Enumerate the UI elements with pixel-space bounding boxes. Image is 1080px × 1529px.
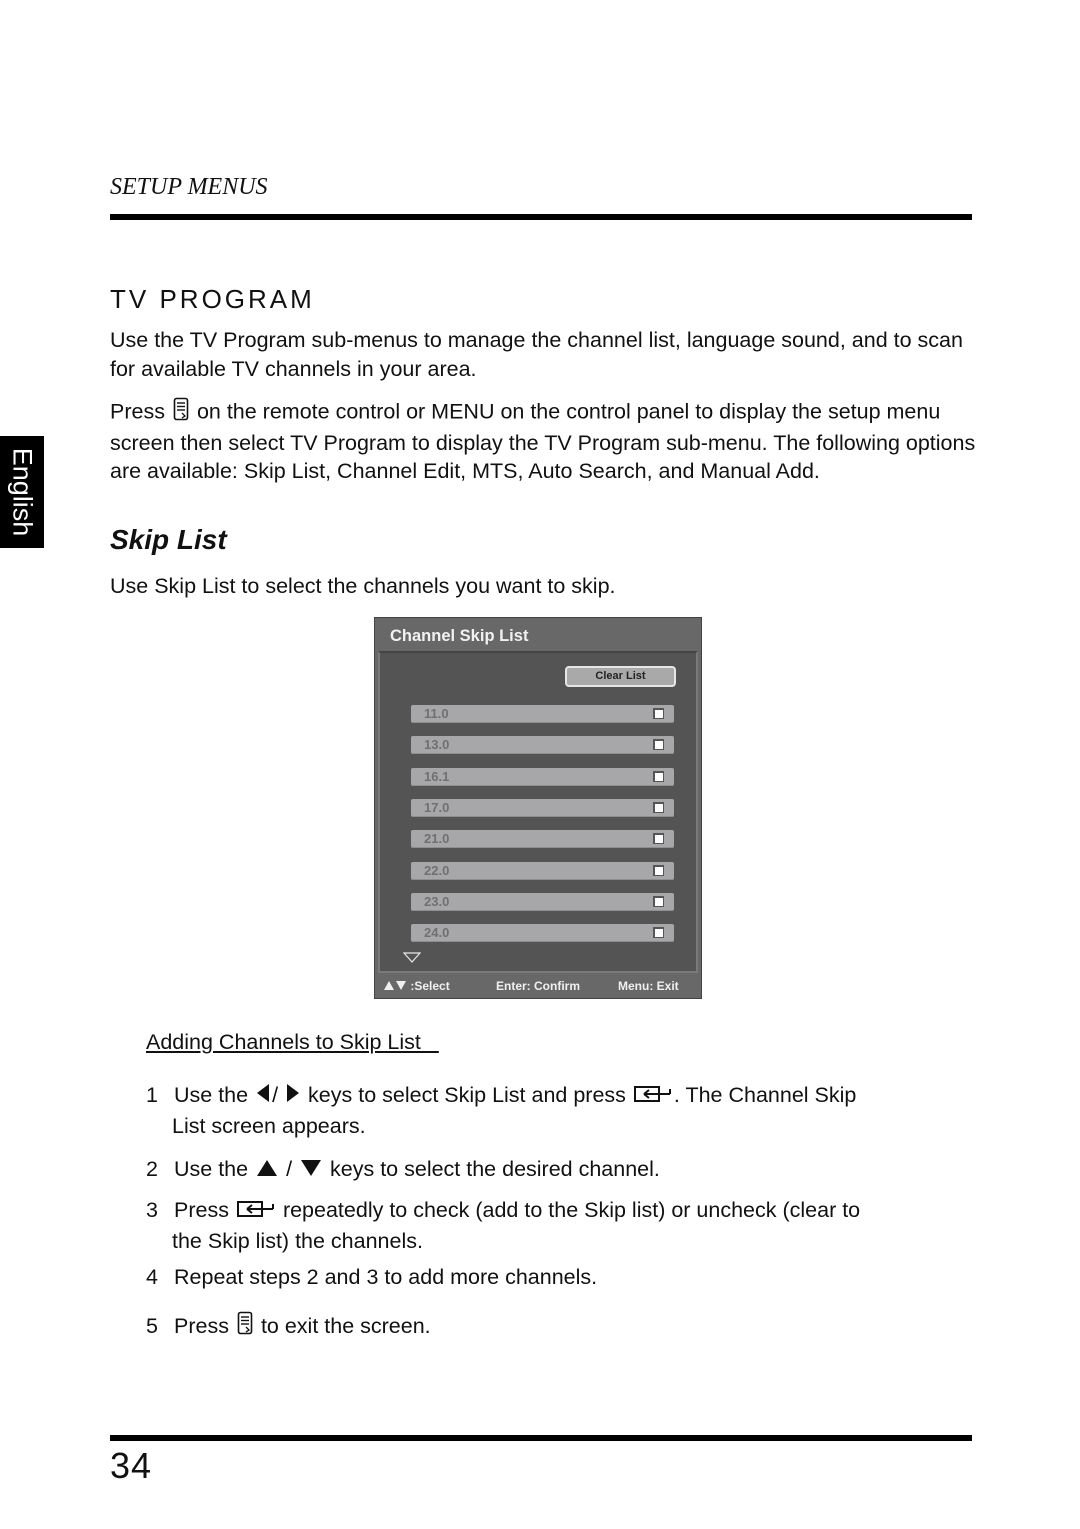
channel-row[interactable]: 24.0: [411, 924, 674, 942]
section-heading: TV PROGRAM: [110, 284, 315, 314]
channel-number: 11.0: [424, 706, 449, 721]
up-arrow-icon: [256, 1155, 278, 1185]
exit-hint: Menu: Exit: [618, 979, 679, 993]
step-4: 4 Repeat steps 2 and 3 to add more channe…: [146, 1265, 598, 1289]
channel-number: 21.0: [424, 831, 450, 846]
channel-row[interactable]: 17.0: [411, 799, 674, 817]
channel-number: 16.1: [424, 769, 450, 784]
confirm-hint: Enter: Confirm: [496, 979, 580, 993]
skip-checkbox[interactable]: [653, 927, 664, 938]
channel-row[interactable]: 16.1: [411, 768, 674, 786]
scroll-down-icon[interactable]: [402, 950, 422, 968]
skip-checkbox[interactable]: [653, 739, 664, 750]
channel-number: 17.0: [424, 800, 450, 815]
channel-row[interactable]: 11.0: [411, 705, 674, 723]
select-hint: :Select: [383, 979, 450, 993]
skip-checkbox[interactable]: [653, 708, 664, 719]
up-down-arrows-icon: [384, 981, 406, 990]
channel-number: 13.0: [424, 737, 450, 752]
menu-remote-icon: [173, 397, 189, 429]
channel-skip-list-dialog: Channel Skip List Clear List 11.0 13.0 1…: [374, 617, 702, 999]
channel-row[interactable]: 13.0: [411, 736, 674, 754]
instructions-heading: Adding Channels to Skip List: [146, 1030, 439, 1054]
channel-number: 23.0: [424, 894, 450, 909]
down-arrow-icon: [300, 1155, 322, 1185]
channel-row[interactable]: 22.0: [411, 862, 674, 880]
step-2: 2 Use the / keys to select the desired ch…: [146, 1154, 976, 1185]
dialog-panel: Clear List 11.0 13.0 16.1 17.0 21.0 22.0…: [378, 651, 698, 973]
left-arrow-icon: [256, 1081, 270, 1111]
channel-row[interactable]: 21.0: [411, 830, 674, 848]
channel-number: 24.0: [424, 925, 450, 940]
right-arrow-icon: [286, 1081, 300, 1111]
intro-paragraph: Use the TV Program sub-menus to manage t…: [110, 328, 963, 381]
clear-list-button[interactable]: Clear List: [565, 666, 676, 687]
dialog-title: Channel Skip List: [390, 627, 529, 645]
skip-checkbox[interactable]: [653, 833, 664, 844]
skip-list-heading: Skip List: [110, 524, 227, 555]
menu-remote-icon: [237, 1311, 253, 1343]
step-5: 5 Press to exit the screen.: [146, 1311, 976, 1343]
footer-rule: [110, 1435, 972, 1441]
press-menu-paragraph: Press on the remote control or MENU on t…: [110, 397, 980, 486]
skip-checkbox[interactable]: [653, 865, 664, 876]
language-tab: English: [0, 436, 44, 548]
step-1: 1 Use the / keys to select Skip List and …: [146, 1081, 857, 1139]
skip-checkbox[interactable]: [653, 771, 664, 782]
enter-key-icon: [236, 1196, 275, 1226]
dialog-footer: :Select Enter: Confirm Menu: Exit: [375, 975, 701, 997]
step-3: 3 Press repeatedly to check (add to the S…: [146, 1196, 861, 1254]
channel-row[interactable]: 23.0: [411, 893, 674, 911]
enter-key-icon: [633, 1081, 672, 1111]
skip-checkbox[interactable]: [653, 896, 664, 907]
section-header: SETUP MENUS: [110, 174, 268, 200]
skip-checkbox[interactable]: [653, 802, 664, 813]
page-number: 34: [110, 1445, 153, 1486]
channel-number: 22.0: [424, 863, 450, 878]
header-rule: [110, 214, 972, 220]
skip-list-intro: Use Skip List to select the channels you…: [110, 574, 616, 598]
language-label: English: [7, 447, 38, 537]
